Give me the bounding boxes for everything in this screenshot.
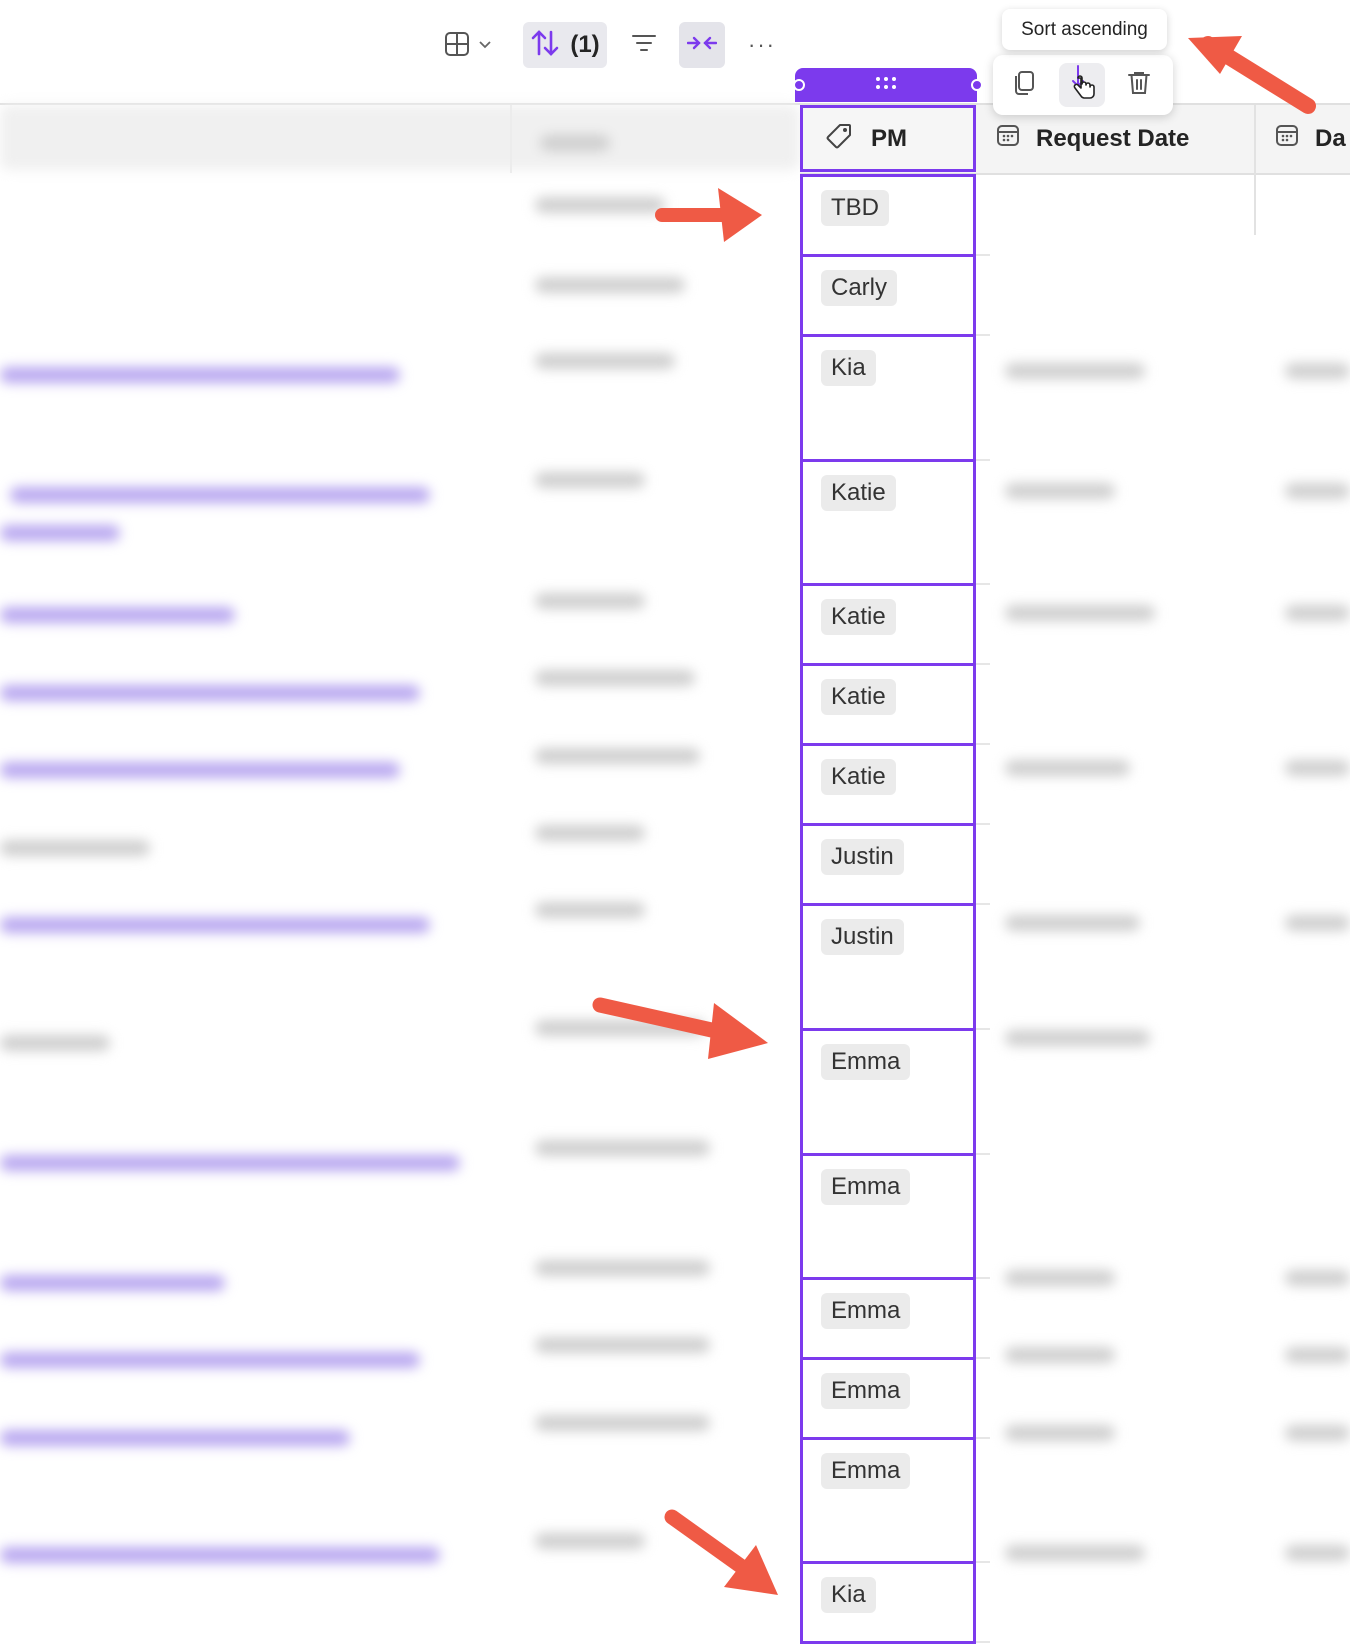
collapse-icon xyxy=(686,35,718,56)
pm-tag: Emma xyxy=(821,1293,911,1329)
more-button[interactable]: ··· xyxy=(742,24,782,66)
row-divider xyxy=(976,1641,990,1643)
pm-cell[interactable]: Kia xyxy=(800,1561,976,1644)
pm-cell[interactable]: Emma xyxy=(800,1028,976,1156)
annotation-arrow xyxy=(592,997,768,1059)
sort-icon xyxy=(530,28,560,63)
row-divider xyxy=(976,823,990,825)
pm-cell[interactable]: Katie xyxy=(800,459,976,586)
row-divider xyxy=(976,903,990,905)
annotation-arrow xyxy=(1188,36,1316,114)
row-divider xyxy=(976,1153,990,1155)
pm-cell[interactable]: Emma xyxy=(800,1277,976,1360)
delete-column-button[interactable] xyxy=(1116,63,1162,107)
resize-handle-right[interactable] xyxy=(971,79,983,91)
row-divider xyxy=(976,1357,990,1359)
pm-tag: Emma xyxy=(821,1453,911,1489)
row-divider xyxy=(976,1028,990,1030)
column-header-label: PM xyxy=(871,124,907,152)
resize-handle-left[interactable] xyxy=(793,79,805,91)
pm-tag: Justin xyxy=(821,839,904,875)
pm-tag: Kia xyxy=(821,1577,876,1613)
trash-icon xyxy=(1127,70,1151,101)
pm-tag: Emma xyxy=(821,1169,911,1205)
pm-tag: Justin xyxy=(821,919,904,955)
pm-tag: Carly xyxy=(821,270,898,306)
table-view-icon xyxy=(444,31,470,62)
pm-cell[interactable]: Katie xyxy=(800,583,976,666)
pm-cell[interactable]: Carly xyxy=(800,254,976,337)
blurred-background-content xyxy=(0,105,1350,1626)
column-divider xyxy=(510,105,512,173)
column-header-label: Da xyxy=(1315,124,1346,152)
column-divider xyxy=(1254,105,1256,235)
table-view-button[interactable] xyxy=(440,26,496,66)
filter-icon xyxy=(632,33,656,58)
column-header-pm[interactable]: PM xyxy=(800,105,976,172)
calendar-icon xyxy=(996,123,1020,154)
pm-tag: Kia xyxy=(821,350,876,386)
row-divider xyxy=(976,1437,990,1439)
sort-button[interactable]: (1) xyxy=(523,22,607,68)
pm-cell[interactable]: Emma xyxy=(800,1153,976,1280)
pm-tag: Katie xyxy=(821,475,896,511)
pm-cell[interactable]: Emma xyxy=(800,1357,976,1440)
duplicate-column-button[interactable] xyxy=(1002,63,1048,107)
row-divider xyxy=(976,254,990,256)
tag-icon xyxy=(825,122,853,155)
annotation-arrow xyxy=(655,188,762,242)
collapse-columns-button[interactable] xyxy=(679,22,725,68)
pm-cell[interactable]: Justin xyxy=(800,823,976,906)
pm-cell[interactable]: Katie xyxy=(800,743,976,826)
column-header-request-date[interactable]: Request Date xyxy=(996,105,1189,172)
row-divider xyxy=(976,583,990,585)
column-drag-handle[interactable] xyxy=(795,68,977,102)
filter-button[interactable] xyxy=(624,24,664,66)
annotation-arrow xyxy=(664,1509,778,1595)
drag-grip-icon xyxy=(875,75,897,96)
pm-cell[interactable]: Katie xyxy=(800,663,976,746)
pm-cell[interactable]: Justin xyxy=(800,903,976,1031)
row-divider xyxy=(976,1277,990,1279)
more-icon: ··· xyxy=(748,32,776,57)
row-divider xyxy=(976,1561,990,1563)
pm-tag: TBD xyxy=(821,190,889,226)
sort-ascending-icon xyxy=(1067,64,1097,107)
calendar-icon xyxy=(1275,123,1299,154)
pm-cell[interactable]: TBD xyxy=(800,174,976,257)
row-divider xyxy=(976,459,990,461)
pm-tag: Katie xyxy=(821,759,896,795)
pm-tag: Emma xyxy=(821,1044,911,1080)
chevron-down-icon xyxy=(478,37,492,55)
column-header-label: Request Date xyxy=(1036,124,1190,152)
row-divider xyxy=(976,663,990,665)
pm-cell[interactable]: Kia xyxy=(800,334,976,462)
column-action-bar xyxy=(993,55,1173,115)
pm-tag: Emma xyxy=(821,1373,911,1409)
pm-cell[interactable]: Emma xyxy=(800,1437,976,1564)
row-divider xyxy=(976,743,990,745)
sort-ascending-button[interactable] xyxy=(1059,63,1105,107)
pm-tag: Katie xyxy=(821,679,896,715)
pm-tag: Katie xyxy=(821,599,896,635)
sort-ascending-tooltip: Sort ascending xyxy=(1002,9,1167,50)
sort-count: (1) xyxy=(570,31,600,58)
copy-icon xyxy=(1013,70,1037,101)
row-divider xyxy=(976,334,990,336)
